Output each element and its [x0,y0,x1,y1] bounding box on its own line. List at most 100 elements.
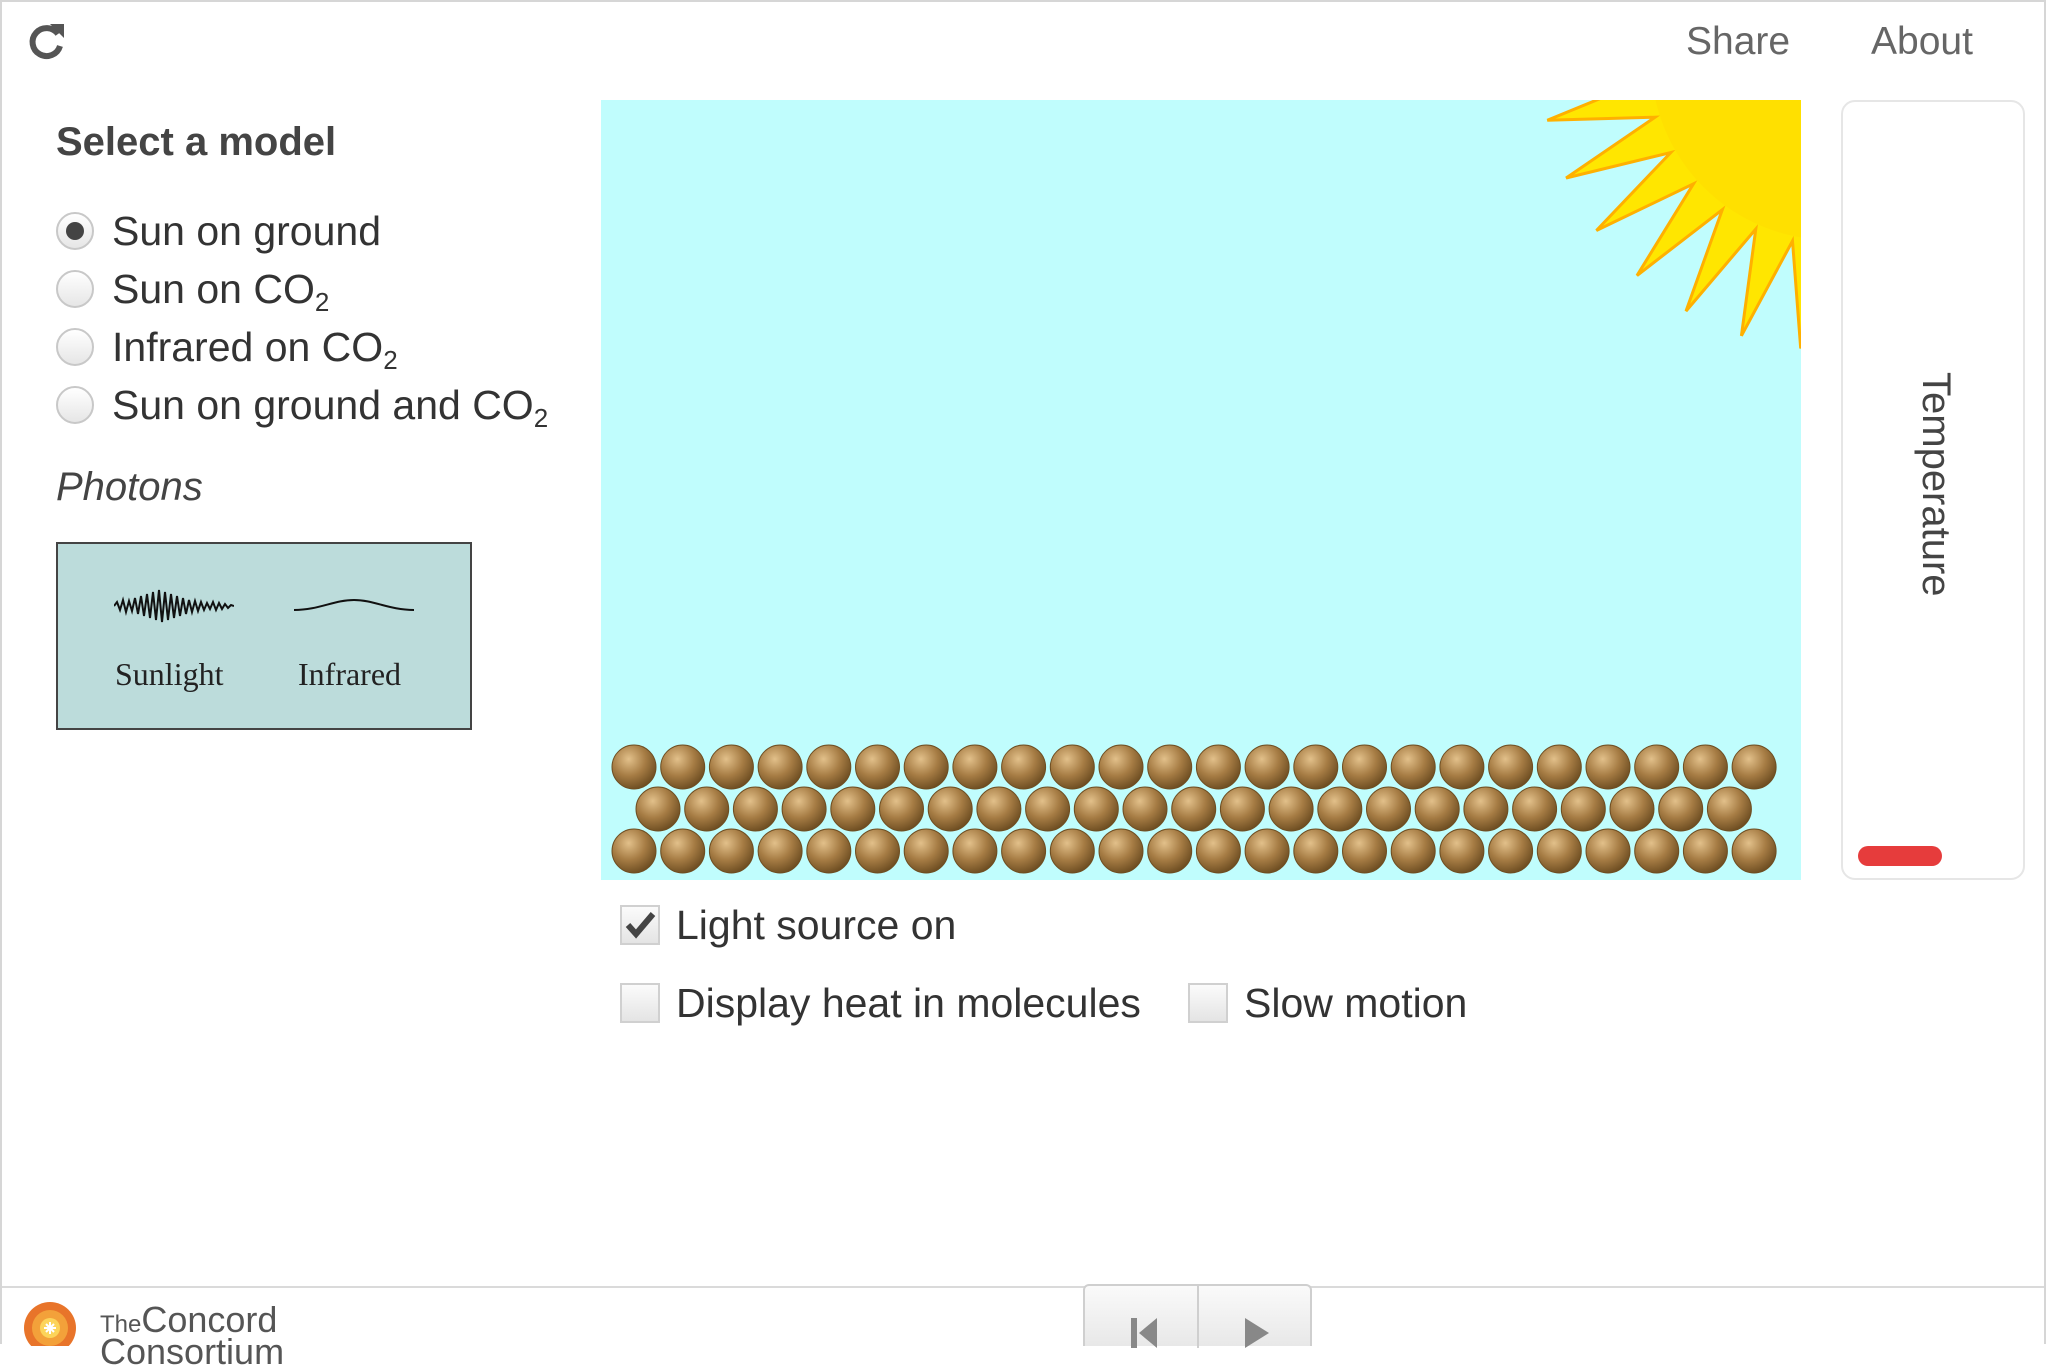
ground-molecule [1560,786,1606,832]
ground-molecule [1585,744,1631,790]
ground-molecule [1731,744,1777,790]
photons-heading: Photons [56,465,203,509]
radio-button[interactable] [56,212,94,250]
infrared-wave-icon [294,598,414,611]
ground-molecule [1342,744,1387,790]
light-source-label: Light source on [676,901,957,948]
display-heat-checkbox[interactable] [620,983,660,1023]
radio-button[interactable] [56,270,94,308]
radio-sun-on-ground[interactable]: Sun on ground [56,204,381,258]
ground-molecule [1585,828,1631,874]
ground-molecule [1049,744,1095,790]
ground-molecule [684,786,730,832]
concord-consortium-logo-icon [24,1302,76,1346]
ground-molecule [1122,786,1168,832]
ground-molecule [757,828,803,874]
play-icon[interactable] [1235,1314,1275,1348]
ground-molecule [1512,786,1558,832]
ground-molecule [1536,744,1582,790]
ground-molecule [1658,786,1704,832]
reset-to-start-icon[interactable] [1125,1314,1165,1348]
checkmark-icon [625,912,656,939]
ground-molecule [1682,744,1728,790]
ground-molecule [757,744,803,790]
ground-molecule [952,744,998,790]
ground-molecule [1390,744,1436,790]
ground-molecule [1488,744,1534,790]
ground-molecule [1366,786,1411,832]
ground-molecule [732,786,778,832]
slow-motion-label: Slow motion [1244,979,1468,1026]
playback-controls [1083,1284,1312,1348]
radio-label: Sun on ground and CO2 [112,381,549,433]
radio-sun-on-co2[interactable]: Sun on CO2 [56,262,329,316]
ground-molecule [1342,828,1387,874]
ground-molecule [976,786,1022,832]
ground-molecule [1098,744,1144,790]
ground-molecule [1073,786,1119,832]
ground-molecule [1536,828,1582,874]
display-heat-label: Display heat in molecules [676,979,1141,1026]
simulation-svg [611,100,1801,874]
ground-molecule [1731,828,1777,874]
slow-motion-toggle[interactable]: Slow motion [1188,976,1467,1030]
ground-molecule [1488,828,1534,874]
ground-molecule [1634,828,1680,874]
ground-molecule [1414,786,1460,832]
ground-molecule [927,786,973,832]
thermometer-label: Temperature [1914,372,1958,597]
slow-motion-checkbox[interactable] [1188,983,1228,1023]
ground-molecule [635,786,681,832]
ground-molecule [1463,786,1509,832]
ground-molecule [1439,828,1485,874]
ground-molecule [611,828,657,874]
ground-molecule [1147,744,1193,790]
ground-molecule [1609,786,1655,832]
radio-button[interactable] [56,328,94,366]
ground-molecule [903,828,949,874]
ground-molecule [1317,786,1363,832]
brand-line-2: Consortium [100,1331,285,1372]
ground-molecule [1049,828,1095,874]
infrared-label: Infrared [298,656,402,692]
ground-molecule [830,786,876,832]
ground-molecule [1244,828,1290,874]
ground-molecule [1098,828,1144,874]
ground-molecule [1244,744,1290,790]
display-heat-toggle[interactable]: Display heat in molecules [620,976,1141,1030]
ground-molecule [855,744,900,790]
ground-molecule [660,744,706,790]
ground-molecule [952,828,998,874]
ground-molecule [1390,828,1436,874]
ground-molecule [1001,828,1047,874]
light-source-checkbox[interactable] [620,905,660,945]
ground-molecule [1293,744,1339,790]
ground-molecule [855,828,900,874]
about-link[interactable]: About [1871,20,1973,64]
radio-label: Infrared on CO2 [112,323,398,375]
ground-molecule [1634,744,1680,790]
simulation-canvas[interactable] [601,100,1801,880]
ground-molecule [708,744,754,790]
photon-legend: Sunlight Infrared [56,542,472,730]
light-source-toggle[interactable]: Light source on [620,898,956,952]
reload-icon[interactable] [24,20,68,64]
share-link[interactable]: Share [1686,20,1790,64]
ground-molecule [1682,828,1728,874]
select-model-heading: Select a model [56,120,337,164]
radio-label: Sun on ground [112,207,382,254]
ground-molecule [1293,828,1339,874]
radio-label: Sun on CO2 [112,265,330,317]
thermometer-level [1858,846,1942,866]
radio-sun-on-ground-and-co2[interactable]: Sun on ground and CO2 [56,378,548,432]
playback-divider [1197,1286,1199,1348]
radio-button[interactable] [56,386,94,424]
sunlight-label: Sunlight [115,656,224,692]
ground-molecule [1219,786,1265,832]
ground-molecule [708,828,754,874]
ground-molecule [903,744,949,790]
radio-infrared-on-co2[interactable]: Infrared on CO2 [56,320,398,374]
ground-molecule [781,786,827,832]
ground-molecule [611,744,657,790]
ground-molecule [1025,786,1071,832]
